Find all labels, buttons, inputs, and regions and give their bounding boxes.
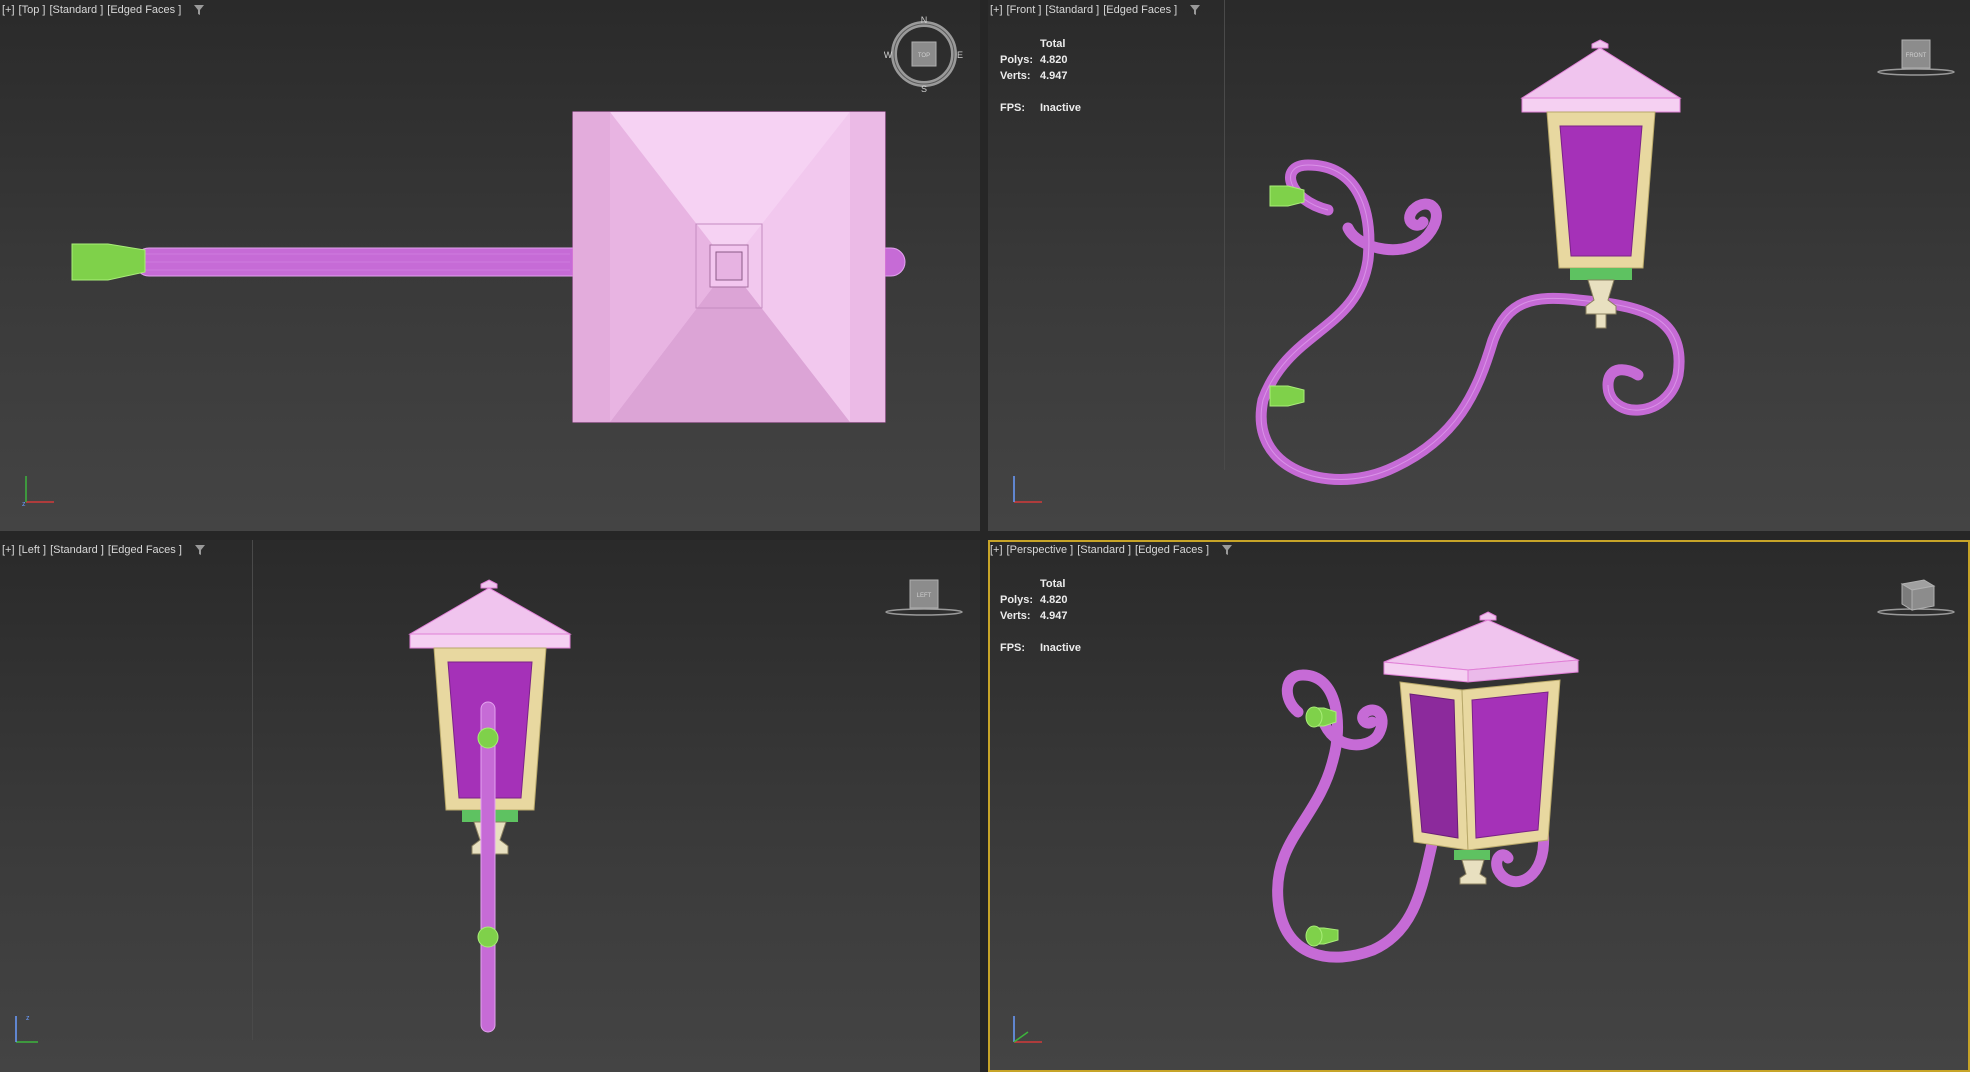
wall-mount[interactable]	[71, 243, 146, 281]
scene-top-view[interactable]	[0, 0, 980, 531]
wall-mount-upper[interactable]	[1305, 706, 1323, 728]
lamp-arm[interactable]	[480, 701, 496, 1033]
wall-mount-lower[interactable]	[477, 926, 499, 948]
svg-text:z: z	[22, 501, 26, 508]
axis-tripod-icon: z	[15, 1015, 38, 1043]
scene-perspective-view[interactable]	[988, 540, 1970, 1072]
axis-tripod-icon	[1013, 1016, 1042, 1043]
wall-mount-upper[interactable]	[1269, 185, 1305, 207]
axis-tripod-icon: z	[22, 476, 54, 508]
svg-text:z: z	[26, 1015, 30, 1022]
viewport-left[interactable]: [+] [Left ] [Standard ] [Edged Faces ] L…	[0, 540, 980, 1072]
wall-mount-upper[interactable]	[477, 727, 499, 749]
scene-front-view[interactable]	[988, 0, 1970, 531]
wall-mount-lower[interactable]	[1305, 925, 1323, 947]
viewport-top[interactable]: [+] [Top ] [Standard ] [Edged Faces ] TO…	[0, 0, 980, 531]
lantern[interactable]	[1520, 39, 1682, 329]
scene-left-view[interactable]	[0, 540, 980, 1072]
wall-mount-lower[interactable]	[1269, 385, 1305, 407]
lamp-roof-top[interactable]	[572, 111, 886, 423]
axis-tripod-icon	[1013, 476, 1042, 503]
viewport-layout: [+] [Top ] [Standard ] [Edged Faces ] TO…	[0, 0, 1970, 1072]
viewport-perspective[interactable]: [+] [Perspective ] [Standard ] [Edged Fa…	[988, 540, 1970, 1072]
viewport-front[interactable]: [+] [Front ] [Standard ] [Edged Faces ] …	[988, 0, 1970, 531]
